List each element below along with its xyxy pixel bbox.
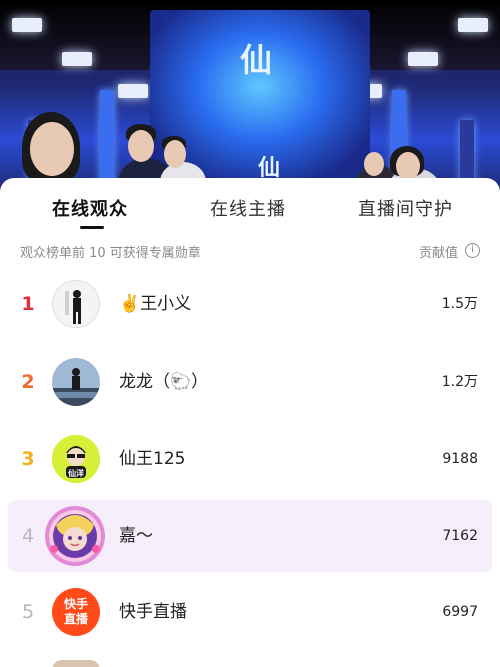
contribution-score: 1.2万	[441, 374, 478, 390]
rank-number: 1	[21, 293, 35, 315]
viewer-name: 快手直播	[119, 602, 187, 622]
ranking-row[interactable]: 3 仙洋 仙王125 9188	[8, 423, 492, 495]
ranking-subheader: 观众榜单前 10 可获得专属勋章 贡献值 i	[0, 240, 500, 264]
tab-room-guardians[interactable]: 直播间守护	[358, 195, 453, 221]
avatar-with-frame[interactable]	[44, 505, 106, 567]
avatar-logo-line1: 快手	[63, 597, 88, 611]
ranking-hint: 观众榜单前 10 可获得专属勋章	[20, 246, 201, 261]
avatar-caption: 仙洋	[68, 469, 84, 478]
contribution-score: 7162	[442, 528, 478, 544]
avatar-logo-line2: 直播	[63, 612, 88, 626]
rank-number: 2	[21, 371, 35, 393]
info-icon[interactable]: i	[465, 243, 480, 258]
avatar[interactable]	[52, 280, 100, 328]
rank-number: 3	[21, 448, 35, 470]
contribution-score: 6997	[442, 604, 478, 620]
ranking-row[interactable]: 2 龙龙（🐑） 1.2万	[8, 346, 492, 418]
ranking-row-current-user[interactable]: 4 嘉～ 7162	[8, 500, 492, 572]
avatar[interactable]: 仙洋	[52, 435, 100, 483]
ranking-row[interactable]: 5 快手 直播 快手直播 6997	[8, 576, 492, 648]
ranking-row[interactable]: 1 ✌️王小义 1.5万	[8, 268, 492, 340]
tab-active-indicator	[80, 226, 104, 229]
viewer-name: 龙龙（🐑）	[119, 372, 209, 392]
contribution-score: 9188	[442, 451, 478, 467]
viewer-name: ✌️王小义	[119, 294, 192, 314]
avatar[interactable]	[52, 358, 100, 406]
avatar-next-row[interactable]	[52, 660, 100, 667]
live-stream-video: 仙 仙	[0, 0, 500, 200]
stage-light	[458, 18, 488, 32]
audience-ranking-sheet: 在线观众 在线主播 直播间守护 观众榜单前 10 可获得专属勋章 贡献值 i 1…	[0, 178, 500, 667]
stage-screen-text: 仙	[240, 41, 273, 79]
stage-light	[408, 52, 438, 66]
viewer-name: 嘉～	[119, 526, 153, 546]
contribution-score: 1.5万	[441, 296, 478, 312]
rank-number: 4	[21, 525, 35, 547]
tab-online-audience[interactable]: 在线观众	[52, 195, 128, 221]
rank-number: 5	[21, 601, 35, 623]
tab-bar: 在线观众 在线主播 直播间守护	[0, 178, 500, 236]
stage-light	[62, 52, 92, 66]
viewer-name: 仙王125	[119, 449, 186, 469]
stage-light	[12, 18, 42, 32]
contribution-label: 贡献值	[418, 246, 458, 261]
stage-light	[118, 84, 148, 98]
avatar[interactable]: 快手 直播	[52, 588, 100, 636]
tab-online-hosts[interactable]: 在线主播	[210, 195, 286, 221]
